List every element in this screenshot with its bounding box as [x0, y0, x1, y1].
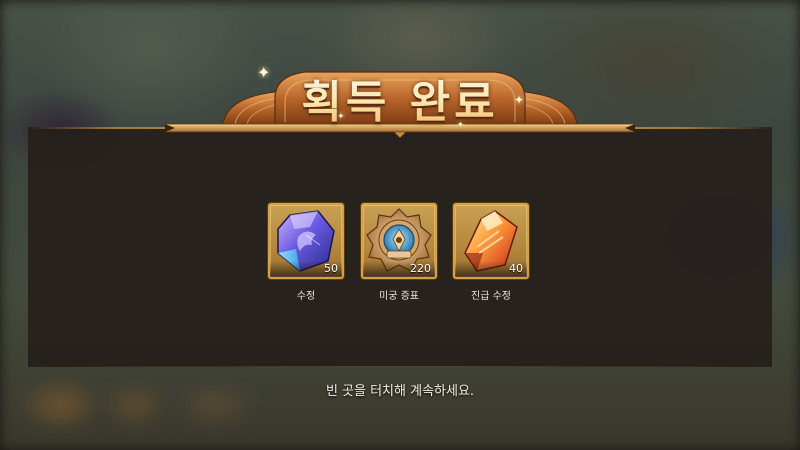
reward-item-crystal[interactable]: 50 수정: [268, 203, 344, 302]
popup-title: 획득 완료: [0, 66, 800, 130]
reward-label: 진급 수정: [471, 291, 511, 302]
reward-item-promotion-crystal[interactable]: 40 진급 수정: [453, 203, 529, 302]
tap-to-continue-hint: 빈 곳을 터치해 계속하세요.: [325, 384, 475, 399]
reward-count: 40: [455, 261, 527, 277]
panel-bottom-border: [28, 366, 772, 367]
reward-count: 220: [363, 261, 435, 277]
reward-count: 50: [270, 261, 342, 277]
reward-popup-screen[interactable]: ✦ ✦ ✦ ✦ 획득 완료: [0, 0, 800, 450]
reward-frame: 40: [453, 203, 529, 279]
reward-item-labyrinth-token[interactable]: 220 미궁 증표: [361, 203, 437, 302]
reward-label: 미궁 증표: [379, 291, 419, 302]
reward-frame: 220: [361, 203, 437, 279]
reward-frame: 50: [268, 203, 344, 279]
reward-label: 수정: [296, 291, 316, 302]
